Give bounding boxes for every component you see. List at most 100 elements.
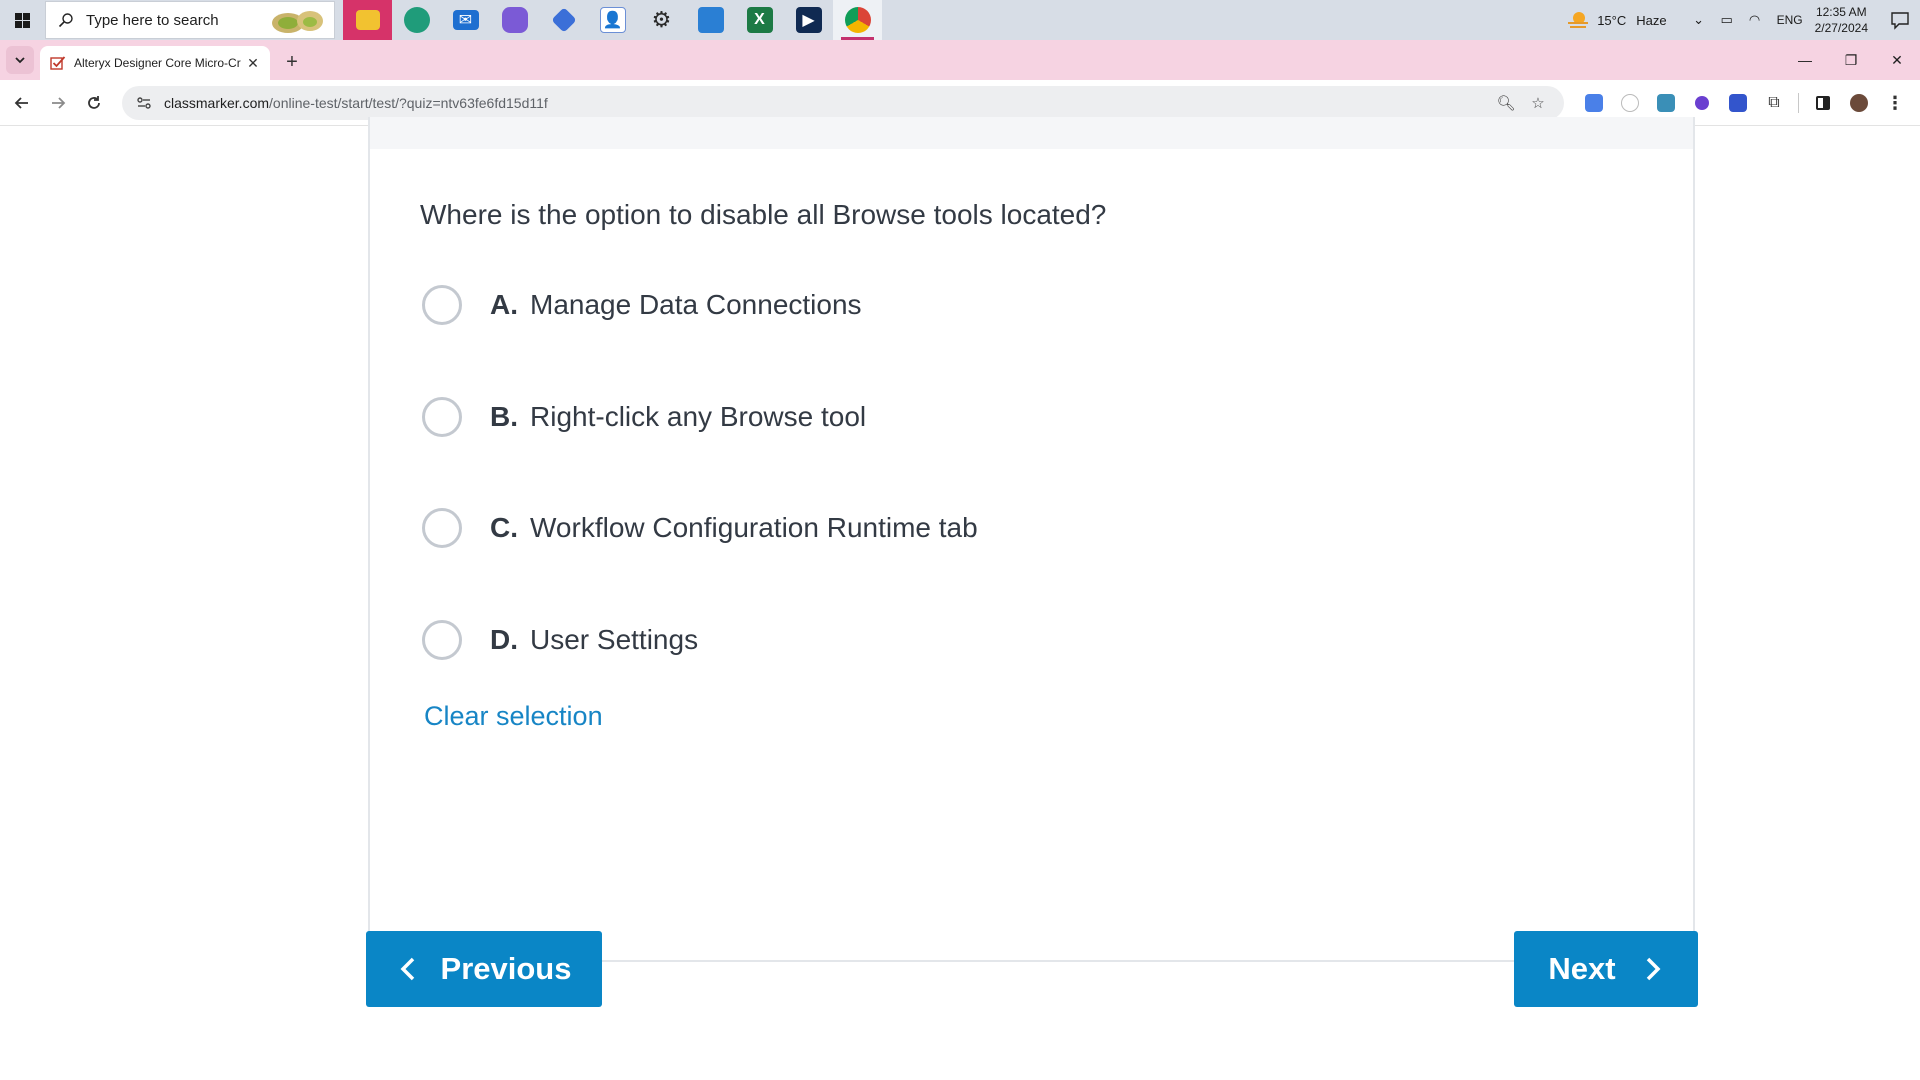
- excel-icon: X: [746, 7, 773, 33]
- profile-avatar[interactable]: [1841, 88, 1877, 118]
- battery-icon[interactable]: ▭: [1713, 0, 1741, 40]
- bookmark-star-icon[interactable]: ☆: [1522, 94, 1554, 112]
- radio-button[interactable]: [422, 620, 462, 660]
- taskbar-settings[interactable]: ⚙: [637, 0, 686, 40]
- wifi-icon[interactable]: ◠: [1741, 0, 1769, 40]
- radio-button[interactable]: [422, 285, 462, 325]
- notification-center-button[interactable]: [1880, 0, 1920, 40]
- radio-button[interactable]: [422, 508, 462, 548]
- option-letter: C.: [490, 512, 518, 543]
- taskbar-copilot[interactable]: [490, 0, 539, 40]
- search-icon: [58, 13, 73, 28]
- google-translate-extension[interactable]: [1576, 88, 1612, 118]
- side-panel-button[interactable]: [1805, 88, 1841, 118]
- taskbar-pinned-apps: ✉ 👤 ⚙ X ▶: [343, 0, 882, 40]
- arrow-left-icon: [14, 96, 28, 109]
- taskbar-edge[interactable]: [392, 0, 441, 40]
- taskbar-photos[interactable]: [686, 0, 735, 40]
- chrome-icon: [844, 7, 871, 33]
- taskbar-chrome[interactable]: [833, 0, 882, 40]
- pen-circle-icon: [1621, 94, 1639, 112]
- puzzle-icon: ⧉: [1768, 94, 1780, 111]
- browser-tab-strip: Alteryx Designer Core Micro-Cr ✕ + — ❐ ✕: [0, 40, 1920, 80]
- purple-circle-icon: [1695, 96, 1709, 110]
- taskbar-flow[interactable]: [539, 0, 588, 40]
- avatar: [1850, 94, 1868, 112]
- option-text: User Settings: [530, 624, 699, 655]
- printer-extension[interactable]: [1648, 88, 1684, 118]
- weather-description: Haze: [1636, 12, 1667, 28]
- diamond-icon: [550, 7, 577, 33]
- taskbar-mail[interactable]: ✉: [441, 0, 490, 40]
- answer-option-a[interactable]: A. Manage Data Connections: [422, 283, 862, 327]
- terminal-icon: ▶: [795, 7, 822, 33]
- back-button[interactable]: [4, 85, 40, 121]
- option-text: Workflow Configuration Runtime tab: [530, 512, 978, 543]
- windows-taskbar: Type here to search ✉ 👤 ⚙ X ▶ 15°C Haze …: [0, 0, 1920, 40]
- taskbar-search-box[interactable]: Type here to search: [45, 1, 335, 39]
- minimize-icon[interactable]: —: [1782, 40, 1828, 80]
- windows-logo-icon: [15, 12, 30, 28]
- arrow-right-icon: [52, 96, 66, 109]
- clock[interactable]: 12:35 AM 2/27/2024: [1815, 4, 1868, 36]
- weather-temperature: 15°C: [1597, 12, 1627, 28]
- taskbar-powershell[interactable]: ▶: [784, 0, 833, 40]
- answer-option-d[interactable]: D. User Settings: [422, 618, 698, 662]
- clock-time: 12:35 AM: [1815, 5, 1867, 19]
- language-indicator[interactable]: ENG: [1777, 13, 1803, 27]
- previous-button[interactable]: Previous: [366, 931, 602, 1007]
- grammar-extension[interactable]: [1612, 88, 1648, 118]
- option-letter: B.: [490, 401, 518, 432]
- option-letter: D.: [490, 624, 518, 655]
- address-bar-actions: 🔍︎ ☆: [1490, 86, 1554, 120]
- answer-option-b[interactable]: B. Right-click any Browse tool: [422, 395, 866, 439]
- pistachio-icon: [272, 11, 323, 33]
- new-tab-button[interactable]: +: [278, 48, 306, 76]
- weather-widget[interactable]: 15°C Haze: [1567, 9, 1667, 31]
- profile-extension[interactable]: [1720, 88, 1756, 118]
- close-window-icon[interactable]: ✕: [1874, 40, 1920, 80]
- option-letter: A.: [490, 289, 518, 320]
- zoom-icon[interactable]: 🔍︎: [1490, 94, 1522, 112]
- reload-button[interactable]: [76, 85, 112, 121]
- taskbar-search-placeholder: Type here to search: [86, 11, 219, 29]
- translate-icon: [1585, 94, 1603, 112]
- option-text: Right-click any Browse tool: [530, 401, 867, 432]
- forward-button[interactable]: [40, 85, 76, 121]
- taskbar-file-explorer[interactable]: [343, 0, 392, 40]
- start-button[interactable]: [0, 0, 45, 40]
- restore-icon[interactable]: ❐: [1828, 40, 1874, 80]
- taskbar-excel[interactable]: X: [735, 0, 784, 40]
- notification-icon: [1891, 12, 1909, 30]
- clock-date: 2/27/2024: [1814, 21, 1868, 35]
- taskbar-contacts[interactable]: 👤: [588, 0, 637, 40]
- option-text: Manage Data Connections: [530, 289, 862, 320]
- chevron-up-icon[interactable]: ⌄: [1685, 0, 1713, 40]
- chevron-left-icon: [400, 957, 414, 981]
- copilot-icon: [501, 7, 528, 33]
- chevron-right-icon: [1646, 957, 1661, 981]
- radio-button[interactable]: [422, 397, 462, 437]
- answer-option-c[interactable]: C. Workflow Configuration Runtime tab: [422, 506, 978, 550]
- tab-classmarker[interactable]: Alteryx Designer Core Micro-Cr ✕: [40, 46, 270, 80]
- purple-extension[interactable]: [1684, 88, 1720, 118]
- clear-selection-link[interactable]: Clear selection: [424, 701, 603, 732]
- question-card: Where is the option to disable all Brows…: [368, 117, 1695, 962]
- gear-icon: ⚙: [651, 7, 672, 32]
- chrome-menu-button[interactable]: ⋮: [1877, 88, 1913, 118]
- close-icon[interactable]: ✕: [244, 54, 262, 72]
- people-icon: [1729, 94, 1747, 112]
- edge-icon: [403, 7, 430, 33]
- page-content: Where is the option to disable all Brows…: [0, 117, 1920, 1080]
- mail-icon: ✉: [452, 10, 479, 30]
- tab-title: Alteryx Designer Core Micro-Cr: [74, 56, 241, 70]
- next-button[interactable]: Next: [1514, 931, 1698, 1007]
- next-button-label: Next: [1548, 951, 1616, 986]
- extensions-area: ⧉ ⋮: [1576, 88, 1913, 118]
- system-tray: 15°C Haze ⌄ ▭ ◠ ENG 12:35 AM 2/27/2024: [1567, 0, 1920, 40]
- url-host: classmarker.com: [164, 95, 270, 111]
- address-bar[interactable]: classmarker.com/online-test/start/test/?…: [122, 86, 1564, 120]
- tab-search-button[interactable]: [6, 46, 34, 74]
- extensions-button[interactable]: ⧉: [1756, 88, 1792, 118]
- card-header-strip: [370, 117, 1693, 149]
